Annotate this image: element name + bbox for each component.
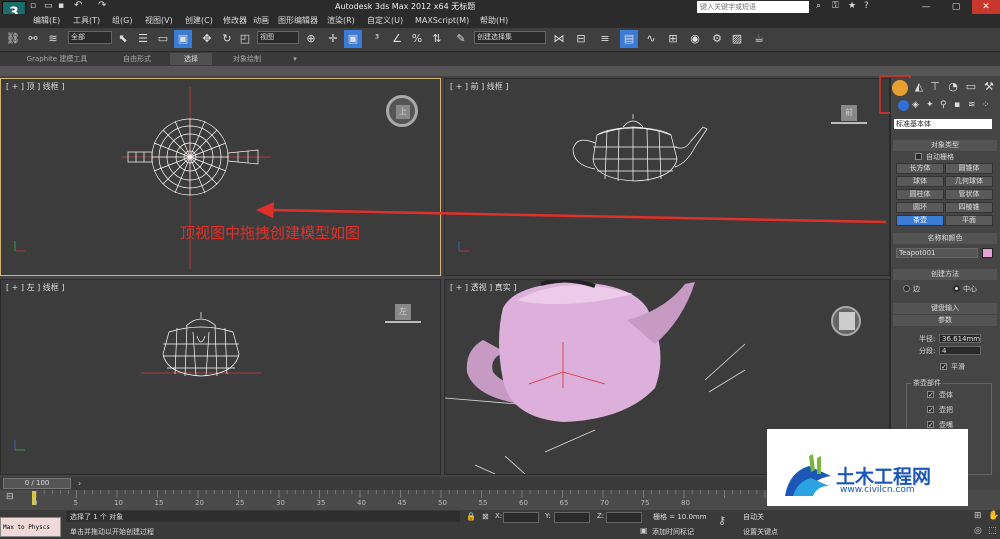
time-slider-handle[interactable]: 0 / 100 [3, 478, 71, 489]
set-key-button[interactable]: 设置关键点 [743, 527, 778, 537]
time-slider-track[interactable] [0, 477, 890, 490]
track-bar-tick-label: 25 [235, 499, 245, 507]
creation-center-label: 中心 [963, 285, 977, 293]
track-bar-tick-label: 10 [114, 499, 123, 507]
torus-button[interactable]: 圆环 [896, 202, 944, 213]
auto-grid-label: 自动栅格 [926, 153, 954, 161]
rollout-keyboard-entry[interactable]: 键盘输入 [893, 303, 997, 314]
handle-checkbox[interactable]: ✓ [927, 406, 934, 414]
track-bar-tick-label: 0 [33, 499, 38, 507]
pan-view-icon[interactable]: ✋ [988, 511, 999, 521]
auto-key-button[interactable]: 自动关 [743, 512, 764, 522]
tube-button[interactable]: 管状体 [945, 189, 993, 200]
helpers-category-icon[interactable]: ▪ [954, 100, 960, 110]
rollout-object-type[interactable]: 对象类型 [893, 140, 997, 151]
track-bar-tick-label: 75 [640, 499, 650, 507]
display-panel-tab-icon[interactable]: ▭ [962, 78, 980, 96]
track-bar-tick-label: 20 [195, 499, 204, 507]
zoom-extents-icon[interactable]: ⊞ [974, 511, 982, 521]
track-bar-menu-icon[interactable]: ⊟ [6, 492, 14, 502]
pyramid-button[interactable]: 四棱锥 [945, 202, 993, 213]
lights-category-icon[interactable]: ✦ [926, 100, 934, 110]
track-bar-tick-label: 50 [438, 499, 447, 507]
segments-label: 分段: [919, 347, 936, 355]
create-panel-tab-icon[interactable] [892, 80, 908, 96]
radius-spinner[interactable]: 36.614mm [939, 334, 981, 343]
body-checkbox[interactable]: ✓ [927, 391, 934, 399]
auto-grid-checkbox[interactable] [915, 153, 922, 160]
radius-label: 半径: [919, 335, 936, 343]
time-slider-next-icon[interactable]: › [78, 479, 81, 488]
track-bar-tick-label: 45 [397, 499, 407, 507]
status-prompt-text: 单击并拖动以开始创建过程 [70, 528, 154, 536]
object-name-input[interactable]: Teapot001 [896, 248, 978, 258]
track-bar-tick-label: 5 [73, 499, 78, 507]
smooth-checkbox[interactable]: ✓ [940, 363, 947, 371]
cone-button[interactable]: 圆锥体 [945, 163, 993, 174]
track-bar-tick-label: 60 [519, 499, 528, 507]
primitive-type-dropdown[interactable]: 标准基本体 [894, 119, 992, 129]
prompt-line-1-bg [66, 511, 460, 522]
track-bar-tick-label: 55 [478, 499, 488, 507]
creation-edge-label: 边 [913, 285, 920, 293]
motion-panel-tab-icon[interactable]: ◔ [944, 78, 962, 96]
z-coord-label: Z: [597, 512, 605, 520]
geosphere-button[interactable]: 几何球体 [945, 176, 993, 187]
handle-label: 壶把 [939, 406, 953, 414]
x-coord-label: X: [495, 512, 503, 520]
teapot-parts-title: 茶壶部件 [911, 378, 943, 388]
plane-button[interactable]: 平面 [945, 215, 993, 226]
track-bar-tick-label: 40 [357, 499, 366, 507]
sphere-button[interactable]: 球体 [896, 176, 944, 187]
rollout-name-color[interactable]: 名称和颜色 [893, 233, 997, 244]
x-coord-input[interactable] [503, 512, 539, 523]
orbit-icon[interactable]: ◎ [974, 526, 982, 536]
y-coord-input[interactable] [554, 512, 590, 523]
track-bar-tick-label: 80 [681, 499, 690, 507]
rollout-parameters[interactable]: 参数 [893, 315, 997, 326]
watermark-logo [785, 454, 831, 496]
y-coord-label: Y: [545, 512, 551, 520]
geometry-category-icon[interactable] [898, 100, 909, 111]
selection-lock-icon[interactable]: 🔒 [466, 512, 476, 521]
hierarchy-panel-tab-icon[interactable]: ⊤ [926, 78, 944, 96]
spacewarps-category-icon[interactable]: ≋ [968, 100, 976, 110]
track-bar-tick-label: 35 [316, 499, 326, 507]
box-button[interactable]: 长方体 [896, 163, 944, 174]
creation-edge-radio[interactable] [903, 285, 910, 292]
track-bar-tick-label: 30 [276, 499, 285, 507]
segments-spinner[interactable]: 4 [939, 346, 981, 355]
create-category-toolbar: ◈ ✦ ⚲ ▪ ≋ ⁘ [892, 100, 998, 114]
smooth-label: 平滑 [951, 363, 965, 371]
time-tag-icon[interactable]: ▣ [640, 526, 648, 535]
z-coord-input[interactable] [606, 512, 642, 523]
cylinder-button[interactable]: 圆柱体 [896, 189, 944, 200]
shapes-category-icon[interactable]: ◈ [912, 100, 919, 110]
key-mode-icon[interactable]: ⚷ [718, 514, 726, 527]
watermark-url: www.civilcn.com [840, 485, 915, 495]
systems-category-icon[interactable]: ⁘ [982, 100, 990, 110]
rollout-creation-method[interactable]: 创建方法 [893, 269, 997, 280]
utilities-panel-tab-icon[interactable]: ⚒ [980, 78, 998, 96]
annotation-text: 顶视图中拖拽创建模型如图 [180, 224, 361, 242]
track-bar-tick-label: 65 [559, 499, 569, 507]
track-bar-tick-label: 70 [600, 499, 609, 507]
cameras-category-icon[interactable]: ⚲ [940, 100, 947, 110]
status-selection-text: 选择了 1 个 对象 [70, 513, 124, 521]
body-label: 壶体 [939, 391, 953, 399]
absolute-mode-icon[interactable]: ⊠ [482, 512, 489, 521]
spout-checkbox[interactable]: ✓ [927, 421, 934, 429]
teapot-button[interactable]: 茶壶 [896, 215, 944, 226]
grid-spacing-text: 栅格 = 10.0mm [653, 513, 707, 521]
object-color-swatch[interactable] [982, 248, 993, 258]
creation-center-radio[interactable] [953, 285, 960, 292]
maximize-viewport-icon[interactable]: ⬚ [988, 526, 997, 536]
add-time-tag-button[interactable]: 添加时间标记 [652, 527, 694, 537]
track-bar-tick-label: 15 [154, 499, 164, 507]
maxscript-listener-input[interactable]: Max to Physcs [0, 517, 61, 537]
